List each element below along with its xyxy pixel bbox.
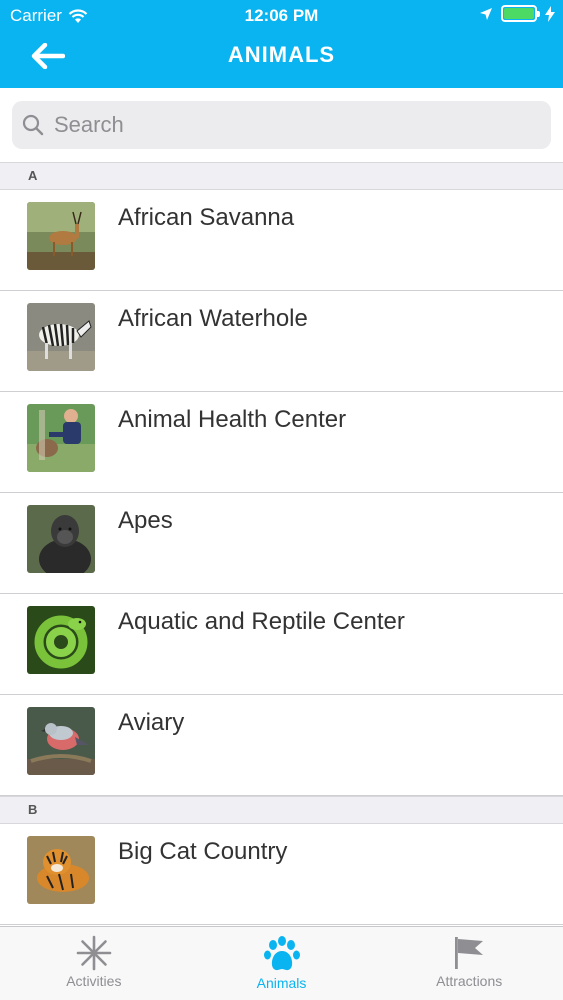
item-label: Apes (118, 507, 173, 534)
list-item[interactable]: African Waterhole (0, 291, 563, 392)
list-item[interactable]: Apes (0, 493, 563, 594)
tab-attractions[interactable]: Attractions (375, 927, 563, 1000)
item-label: Aviary (118, 709, 185, 736)
zebra-thumbnail (27, 303, 95, 371)
tab-label: Attractions (436, 973, 503, 989)
flag-icon (455, 937, 484, 969)
search-field[interactable] (12, 101, 551, 149)
item-label: Animal Health Center (118, 406, 347, 433)
charging-bolt-icon (545, 5, 555, 22)
tab-animals[interactable]: Animals (188, 927, 376, 1000)
tab-bar: Activities Animals Attractions (0, 926, 563, 1000)
item-label: Big Cat Country (118, 838, 288, 865)
animal-list[interactable]: A African Savanna African Waterhole Anim… (0, 162, 563, 926)
battery-icon (501, 5, 540, 22)
status-right (479, 5, 555, 22)
gorilla-thumbnail (27, 505, 95, 573)
list-item[interactable]: Aviary (0, 695, 563, 796)
search-area (0, 88, 563, 162)
search-input[interactable] (54, 112, 534, 138)
page-title: ANIMALS (227, 42, 336, 67)
antelope-thumbnail (27, 202, 95, 270)
list-item[interactable]: Aquatic and Reptile Center (0, 594, 563, 695)
vet-thumbnail (27, 404, 95, 472)
asterisk-icon (76, 935, 112, 971)
section-header-b: B (0, 796, 563, 824)
tab-activities[interactable]: Activities (0, 927, 188, 1000)
search-icon (22, 114, 44, 136)
bird-thumbnail (27, 707, 95, 775)
list-item[interactable]: Animal Health Center (0, 392, 563, 493)
tab-label: Animals (256, 975, 307, 991)
snake-thumbnail (27, 606, 95, 674)
tiger-thumbnail (27, 836, 95, 904)
list-item[interactable]: African Savanna (0, 190, 563, 291)
item-label: African Savanna (118, 204, 295, 231)
item-label: Aquatic and Reptile Center (118, 608, 405, 635)
status-bar: Carrier 12:06 PM (0, 0, 563, 30)
section-header-a: A (0, 162, 563, 190)
tab-label: Activities (66, 973, 122, 989)
location-arrow-icon (480, 7, 492, 20)
list-item[interactable]: Big Cat Country (0, 824, 563, 925)
item-label: African Waterhole (118, 305, 308, 332)
paw-icon (263, 936, 300, 971)
top-bar: Carrier 12:06 PM ANIMALS (0, 0, 563, 88)
